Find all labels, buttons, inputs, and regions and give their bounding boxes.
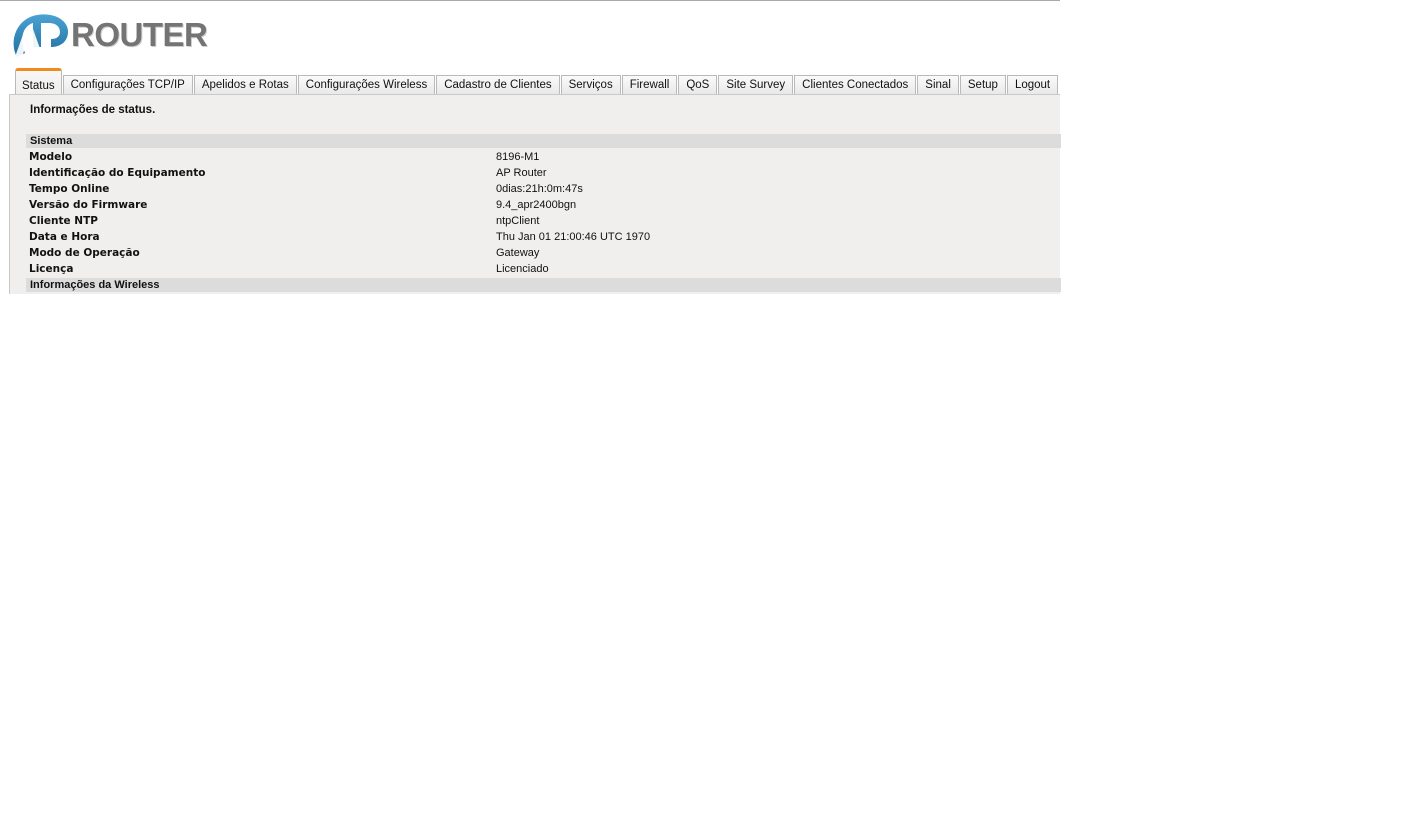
row-label: Data e Hora [29,231,100,243]
tab-servicos[interactable]: Serviços [560,75,621,95]
row-value: Thu Jan 01 21:00:46 UTC 1970 [496,231,651,243]
tab-clientes-conectados[interactable]: Clientes Conectados [794,75,917,95]
router-admin-page: ROUTER Status Configurações TCP/IP Apeli… [0,0,1420,814]
main-tab-bar: Status Configurações TCP/IP Apelidos e R… [15,68,1059,95]
info-row-data-e-hora: Data e Hora Thu Jan 01 21:00:46 UTC 1970 [29,229,1059,245]
tab-qos[interactable]: QoS [678,75,718,95]
top-divider [0,0,1060,1]
row-value: 9.4_apr2400bgn [496,199,577,211]
tab-apelidos-e-rotas[interactable]: Apelidos e Rotas [193,75,297,95]
info-row-tempo-online: Tempo Online 0dias:21h:0m:47s [29,181,1059,197]
row-label: Cliente NTP [29,215,98,227]
status-panel: Informações de status. Sistema Modelo 81… [9,94,1061,294]
tab-sinal[interactable]: Sinal [917,75,959,95]
row-value: Licenciado [496,263,549,275]
tab-configuracoes-tcpip[interactable]: Configurações TCP/IP [62,75,193,95]
info-row-modo-operacao: Modo de Operação Gateway [29,245,1059,261]
tab-site-survey[interactable]: Site Survey [718,75,794,95]
row-value: 8196-M1 [496,151,540,163]
row-value: Gateway [496,247,540,259]
logo-wordmark: ROUTER [71,16,208,53]
tab-cadastro-de-clientes[interactable]: Cadastro de Clientes [436,75,560,95]
row-value: 0dias:21h:0m:47s [496,183,583,195]
ap-logo-icon [13,14,69,57]
info-row-licenca: Licença Licenciado [29,261,1059,277]
tab-setup[interactable]: Setup [959,75,1006,95]
row-label: Versão do Firmware [29,199,148,211]
row-label: Modo de Operação [29,247,140,259]
section-header-sistema: Sistema [26,134,1061,148]
row-label: Identificação do Equipamento [29,167,206,179]
info-row-cliente-ntp: Cliente NTP ntpClient [29,213,1059,229]
ap-router-logo: ROUTER [11,13,208,61]
row-value: ntpClient [496,215,540,227]
row-label: Licença [29,263,74,275]
section-header-wireless: Informações da Wireless [26,278,1061,292]
tab-configuracoes-wireless[interactable]: Configurações Wireless [297,75,436,95]
info-row-versao-firmware: Versão do Firmware 9.4_apr2400bgn [29,197,1059,213]
tab-status[interactable]: Status [15,68,62,95]
tab-firewall[interactable]: Firewall [621,75,678,95]
row-value: AP Router [496,167,547,179]
tab-logout[interactable]: Logout [1006,75,1059,95]
info-row-identificacao: Identificação do Equipamento AP Router [29,165,1059,181]
row-label: Tempo Online [29,183,110,195]
row-label: Modelo [29,151,73,163]
page-title: Informações de status. [30,104,156,116]
info-row-modelo: Modelo 8196-M1 [29,149,1059,165]
